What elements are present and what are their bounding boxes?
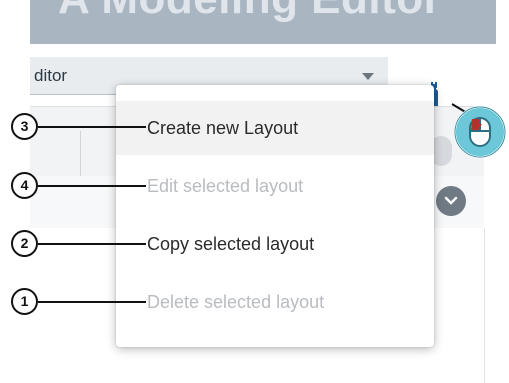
callout-line — [38, 243, 146, 245]
menu-item-create-new-layout[interactable]: Create new Layout — [116, 101, 434, 155]
expand-button[interactable] — [436, 186, 466, 216]
chevron-down-icon — [362, 73, 374, 80]
mouse-click-icon — [450, 102, 508, 160]
layout-context-menu: Create new Layout Edit selected layout C… — [116, 85, 434, 347]
menu-item-delete-selected-layout: Delete selected layout — [147, 292, 325, 312]
callout-line — [38, 126, 146, 128]
header-banner: A Modeling Editor — [30, 0, 496, 44]
callout-badge: 2 — [11, 230, 38, 257]
callout-badge: 1 — [11, 288, 38, 315]
menu-item-copy-selected-layout[interactable]: Copy selected layout — [116, 217, 434, 271]
callout-line — [38, 301, 146, 303]
editor-select-value: ditor — [34, 66, 68, 85]
chevron-down-icon — [444, 196, 458, 205]
menu-item-edit-selected-layout: Edit selected layout — [147, 176, 304, 196]
callout-line — [38, 185, 146, 187]
callout-badge: 4 — [11, 172, 38, 199]
tab-divider — [80, 131, 81, 177]
app-title: A Modeling Editor — [58, 0, 441, 24]
callout-badge: 3 — [11, 113, 38, 140]
